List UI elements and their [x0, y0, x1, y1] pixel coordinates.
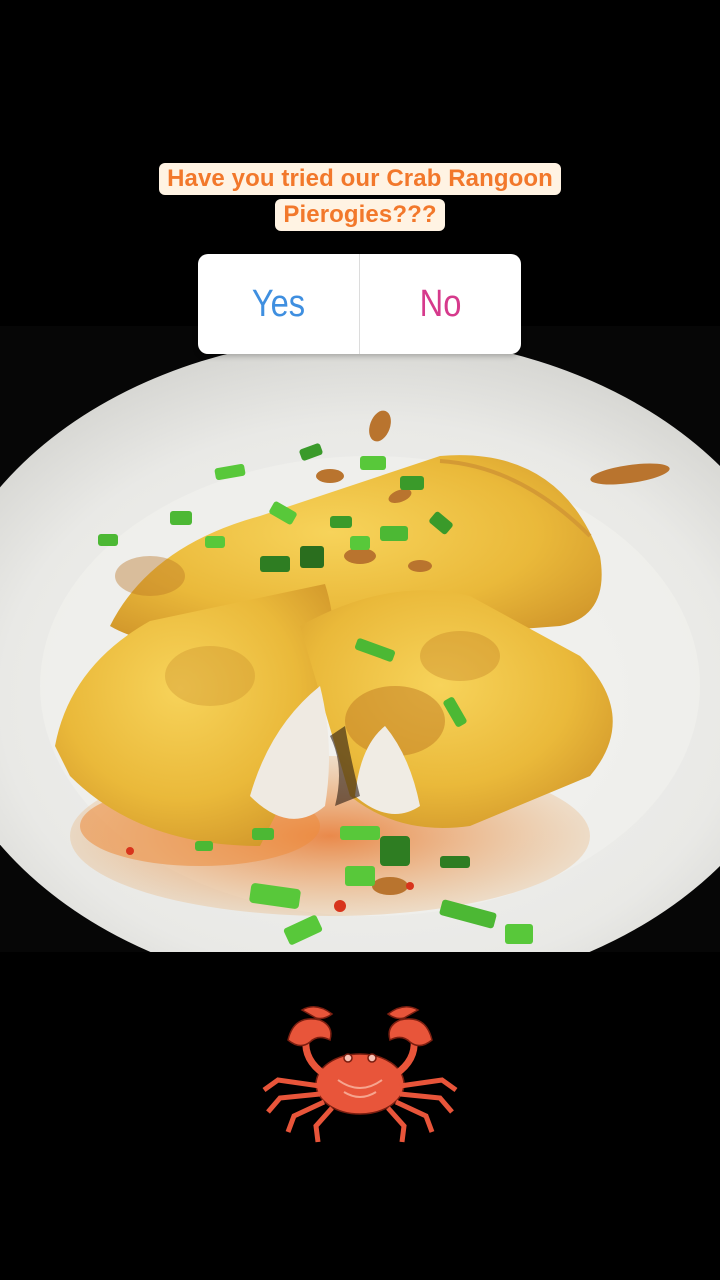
- question-sticker: Have you tried our Crab Rangoon Pierogie…: [0, 163, 720, 237]
- poll-divider: [359, 254, 360, 354]
- story-screen: Have you tried our Crab Rangoon Pierogie…: [0, 0, 720, 1280]
- poll-option-no[interactable]: No: [371, 254, 509, 354]
- crab-icon: [262, 1006, 458, 1143]
- pierogies-plate-image: [0, 326, 720, 952]
- food-photo: [0, 326, 720, 952]
- poll-sticker: Yes No: [198, 254, 521, 354]
- poll-option-yes[interactable]: Yes: [209, 254, 347, 354]
- question-text-line-2: Pierogies???: [275, 199, 445, 231]
- question-text-line-1: Have you tried our Crab Rangoon: [159, 163, 561, 195]
